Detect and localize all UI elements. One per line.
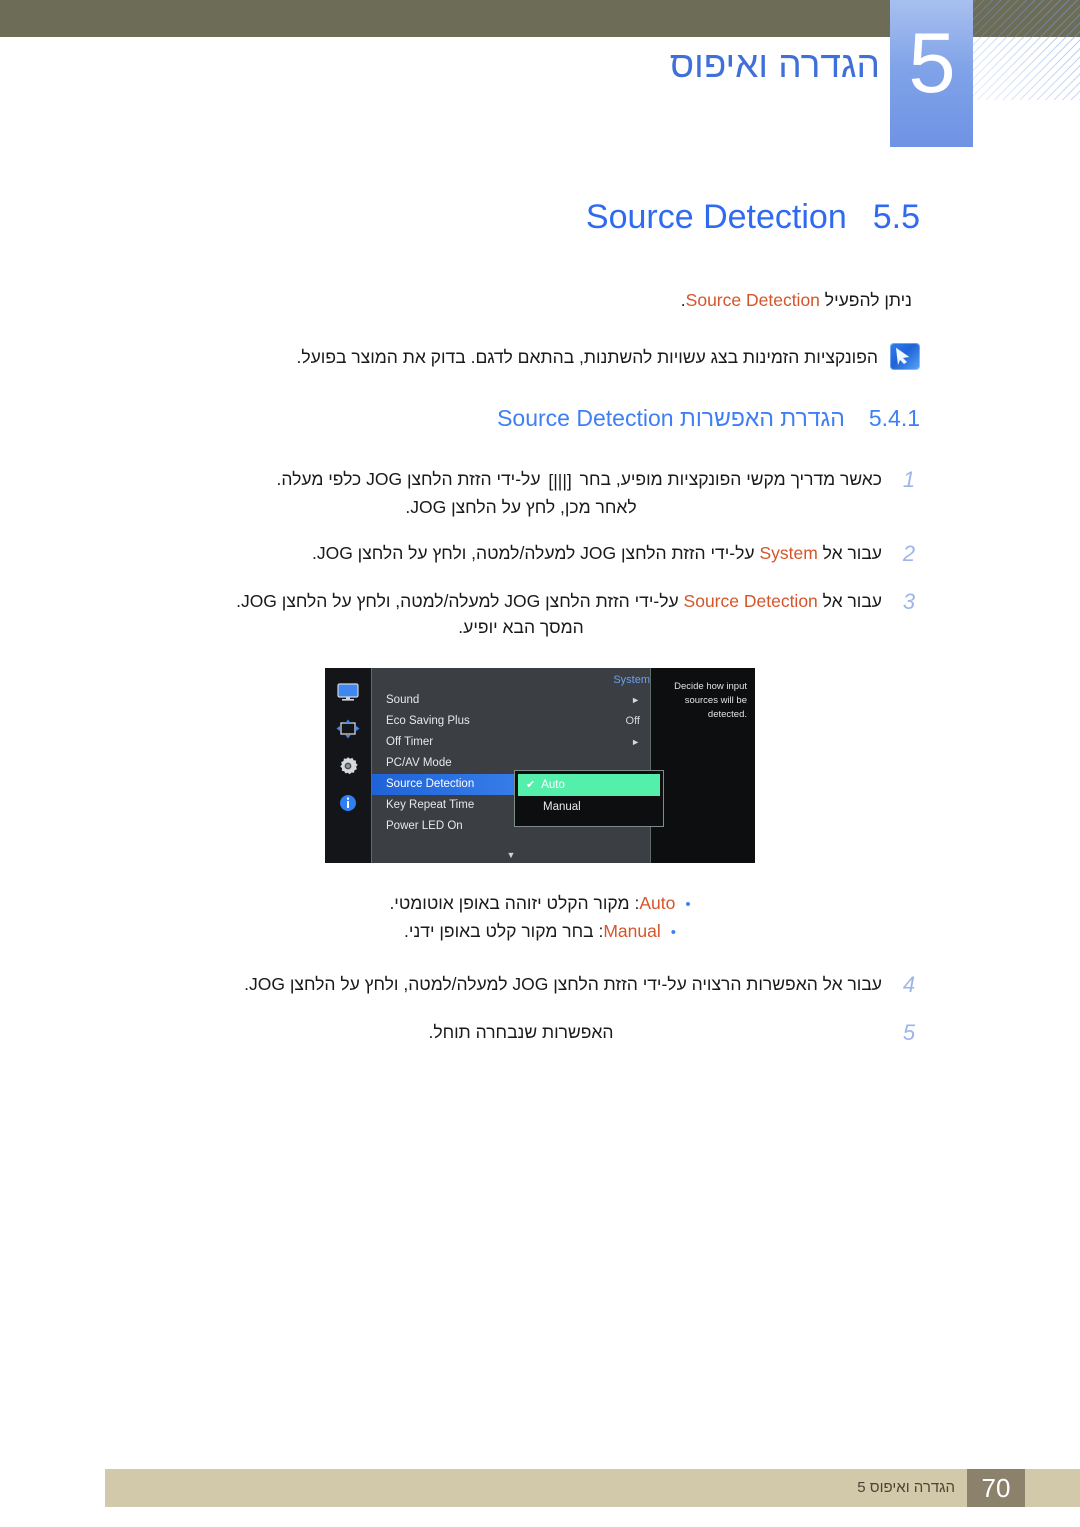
osd-item-label: Power LED On xyxy=(386,820,463,833)
lead-prefix: ניתן להפעיל xyxy=(824,290,912,310)
step-number: 2 xyxy=(902,541,916,567)
bullet-body: Manual: בחר מקור קלט באופן ידני. xyxy=(404,917,661,945)
osd-item-label: Eco Saving Plus xyxy=(386,715,470,728)
step-number: 5 xyxy=(902,1019,916,1045)
footer-page-number: 70 xyxy=(967,1469,1025,1507)
osd-submenu-item-manual[interactable]: Manual xyxy=(518,796,660,818)
bullet-dot-icon: • xyxy=(685,896,691,914)
osd-menu-item-off-timer[interactable]: Off Timer ► xyxy=(372,732,650,753)
step-text-part-a: עבור אל xyxy=(822,543,882,564)
osd-item-value: Off xyxy=(625,715,640,728)
osd-item-label: Key Repeat Time xyxy=(386,799,475,812)
chapter-title: הגדרה ואיפוס xyxy=(669,44,880,85)
step-text: עבור אל האפשרות הרצויה על-ידי הזזת הלחצן… xyxy=(244,974,882,995)
step-number: 4 xyxy=(902,972,916,998)
chapter-number-badge: 5 xyxy=(890,0,973,147)
osd-menu-panel: System Sound ► Eco Saving Plus Off Off T… xyxy=(372,668,664,864)
osd-item-label: Off Timer xyxy=(386,736,434,749)
bullet-item-auto: • Auto: מקור הקלט יזוהה באופן אוטומטי. xyxy=(160,889,920,917)
lead-term: Source Detection xyxy=(685,290,820,310)
section-title: Source Detection xyxy=(585,198,847,236)
osd-submenu-item-auto[interactable]: ✔ Auto xyxy=(518,774,660,797)
osd-item-label: Source Detection xyxy=(386,778,475,791)
step-text: האפשרות שנבחרה תוחל. xyxy=(428,1021,614,1042)
subsection-heading: 5.4.1 הגדרת האפשרות Source Detection xyxy=(160,405,920,432)
osd-scroll-down-icon[interactable]: ▼ xyxy=(372,850,650,860)
subsection-title: הגדרת האפשרות Source Detection xyxy=(497,405,845,432)
gear-icon xyxy=(340,757,358,775)
step-text-part-b: על-ידי הזזת הלחצן JOG כלפי מעלה. xyxy=(276,468,541,489)
picture-size-icon xyxy=(336,719,360,739)
osd-submenu-label: Manual xyxy=(543,801,581,814)
bullet-dot-icon: • xyxy=(670,924,676,942)
step-text-line2: לאחר מכן, לחץ על הלחצן JOG. xyxy=(405,496,637,517)
osd-description-panel: Decide how input sources will be detecte… xyxy=(650,668,755,864)
note-text: הפונקציות הזמינות בצג עשויות להשתנות, בה… xyxy=(296,347,878,368)
footer-chapter-label: הגדרה ואיפוס 5 xyxy=(857,1479,955,1496)
osd-menu-item-eco-saving-plus[interactable]: Eco Saving Plus Off xyxy=(372,711,650,732)
note-pen-icon xyxy=(890,343,920,371)
subsection-title-en: Source Detection xyxy=(497,404,674,431)
osd-submenu-label: Auto xyxy=(541,779,565,792)
step-item: 4 עבור אל האפשרות הרצויה על-ידי הזזת הלח… xyxy=(160,971,920,999)
step-text-part-a: כאשר מדריך מקשי הפונקציות מופיע, בחר xyxy=(579,468,882,489)
osd-item-arrow: ► xyxy=(631,737,640,748)
subsection-title-he: הגדרת האפשרות xyxy=(679,404,845,431)
section-lead-text: ניתן להפעיל Source Detection. xyxy=(160,287,912,313)
osd-item-arrow: ► xyxy=(631,695,640,706)
step-text: עבור אל Source Detection על-ידי הזזת הלח… xyxy=(160,588,882,641)
bullet-item-manual: • Manual: בחר מקור קלט באופן ידני. xyxy=(160,917,920,945)
osd-screenshot: System Sound ► Eco Saving Plus Off Off T… xyxy=(160,668,920,864)
step-text-line2: המסך הבא יופיע. xyxy=(458,616,584,637)
step-text-part-b: על-ידי הזזת הלחצן JOG למעלה/למטה, ולחץ ע… xyxy=(236,590,679,611)
page-content: 5.5 Source Detection ניתן להפעיל Source … xyxy=(160,198,920,1066)
step-text-part-b: על-ידי הזזת הלחצן JOG למעלה/למטה, ולחץ ע… xyxy=(311,543,755,564)
step-item: 2 עבור אל System על-ידי הזזת הלחצן JOG ל… xyxy=(160,540,920,568)
bullet-text: : מקור הקלט יזוהה באופן אוטומטי. xyxy=(389,893,640,914)
step-list-continued: 4 עבור אל האפשרות הרצויה על-ידי הזזת הלח… xyxy=(160,971,920,1046)
step-term: Source Detection xyxy=(683,590,818,611)
osd-submenu: ✔ Auto Manual xyxy=(514,770,664,828)
step-number: 1 xyxy=(902,466,916,492)
step-number: 3 xyxy=(902,588,916,614)
step-item: 3 עבור אל Source Detection על-ידי הזזת ה… xyxy=(160,588,920,641)
step-term: System xyxy=(759,543,818,564)
bullet-text: : בחר מקור קלט באופן ידני. xyxy=(404,921,604,942)
step-text-part-a: עבור אל xyxy=(822,590,882,611)
step-item: 1 כאשר מדריך מקשי הפונקציות מופיע, בחר [… xyxy=(160,466,920,521)
info-icon xyxy=(340,795,356,812)
step-list: 1 כאשר מדריך מקשי הפונקציות מופיע, בחר [… xyxy=(160,466,920,641)
osd-item-label: PC/AV Mode xyxy=(386,757,452,770)
step-item: 5 האפשרות שנבחרה תוחל. xyxy=(160,1019,920,1047)
subsection-number: 5.4.1 xyxy=(868,404,920,431)
step-text: עבור אל System על-ידי הזזת הלחצן JOG למע… xyxy=(160,540,882,566)
option-bullet-list: • Auto: מקור הקלט יזוהה באופן אוטומטי. •… xyxy=(160,889,920,945)
step-text: כאשר מדריך מקשי הפונקציות מופיע, בחר [||… xyxy=(160,466,882,521)
section-number: 5.5 xyxy=(872,198,920,236)
jog-key-guide-icon: [|||] xyxy=(548,470,572,491)
bullet-body: Auto: מקור הקלט יזוהה באופן אוטומטי. xyxy=(389,889,675,917)
section-heading: 5.5 Source Detection xyxy=(160,198,920,237)
bullet-term: Manual xyxy=(603,921,661,942)
osd-sidebar xyxy=(325,668,372,864)
note-callout: הפונקציות הזמינות בצג עשויות להשתנות, בה… xyxy=(160,343,920,371)
monitor-icon xyxy=(337,683,359,701)
osd-menu-title: System xyxy=(613,674,650,687)
osd-window: System Sound ► Eco Saving Plus Off Off T… xyxy=(325,668,755,864)
osd-menu-item-sound[interactable]: Sound ► xyxy=(372,690,650,711)
bullet-term: Auto xyxy=(639,893,676,914)
check-icon: ✔ xyxy=(526,779,536,792)
osd-item-label: Sound xyxy=(386,694,420,707)
